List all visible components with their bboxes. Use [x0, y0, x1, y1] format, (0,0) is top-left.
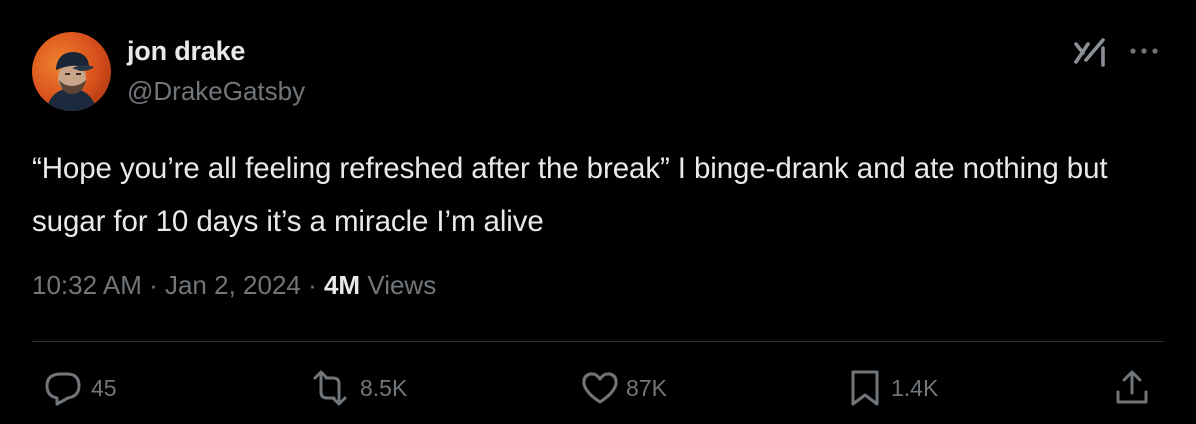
- tweet-card: jon drake @DrakeGatsby “Hope you’re all …: [0, 0, 1196, 424]
- tweet-meta: 10:32 AM · Jan 2, 2024 · 4M Views: [32, 270, 436, 301]
- grok-icon: [1074, 38, 1105, 67]
- repost-button[interactable]: 8.5K: [306, 368, 407, 408]
- more-options-button[interactable]: [1126, 36, 1162, 66]
- heart-icon: [582, 372, 618, 404]
- bookmark-icon: [851, 370, 879, 406]
- reply-icon: [45, 372, 81, 406]
- like-button[interactable]: 87K: [580, 368, 667, 408]
- share-button[interactable]: [1112, 368, 1152, 408]
- views-count: 4M: [323, 270, 361, 300]
- repost-count: 8.5K: [360, 374, 408, 401]
- views-label: Views: [360, 270, 437, 300]
- like-count: 87K: [626, 374, 667, 401]
- share-icon: [1116, 370, 1148, 404]
- grok-button[interactable]: [1072, 36, 1112, 70]
- avatar[interactable]: [32, 32, 111, 111]
- avatar-photo: [32, 32, 111, 111]
- tweet-date[interactable]: Jan 2, 2024: [165, 270, 301, 300]
- author-handle[interactable]: @DrakeGatsby: [127, 76, 305, 107]
- meta-separator: ·: [300, 270, 324, 300]
- bookmark-count: 1.4K: [891, 374, 939, 401]
- repost-icon: [313, 370, 347, 406]
- divider: [32, 341, 1164, 342]
- tweet-time[interactable]: 10:32 AM: [32, 270, 142, 300]
- reply-button[interactable]: 45: [43, 368, 117, 408]
- reply-count: 45: [91, 374, 117, 401]
- meta-separator: ·: [141, 270, 165, 300]
- author-display-name[interactable]: jon drake: [127, 36, 245, 67]
- tweet-text: “Hope you’re all feeling refreshed after…: [32, 152, 1108, 238]
- bookmark-button[interactable]: 1.4K: [847, 368, 938, 408]
- more-options-icon: [1130, 48, 1158, 54]
